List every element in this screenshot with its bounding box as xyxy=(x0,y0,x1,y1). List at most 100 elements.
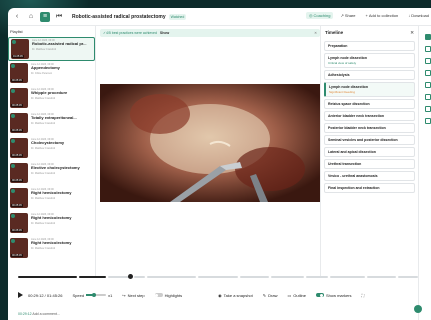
progress-segment[interactable] xyxy=(367,276,397,278)
highlights-toggle[interactable]: Highlights xyxy=(154,293,182,298)
fullscreen-icon[interactable]: ⛶ xyxy=(362,293,365,298)
notes-tool-icon[interactable] xyxy=(424,46,431,52)
speed-value: x1 xyxy=(108,292,113,298)
progress-segment[interactable] xyxy=(198,276,238,278)
timeline-close-icon[interactable]: ✕ xyxy=(410,30,414,36)
download-icon: ↓ xyxy=(408,13,411,18)
timeline-step-label: Lymph node dissection xyxy=(328,56,367,60)
timeline-step-label: Urethral transection xyxy=(328,162,362,166)
speed-label: Speed xyxy=(72,292,85,298)
time-display: 00:29:12 / 01:45:26 xyxy=(28,292,63,298)
progress-bar[interactable] xyxy=(18,274,418,279)
download-button[interactable]: ↓ Download xyxy=(405,12,431,19)
play-icon[interactable] xyxy=(18,292,23,298)
timeline-header: Timeline ✕ xyxy=(321,26,418,39)
playlist-item[interactable]: 00:25:45 June 12 2023, 09:00 Right hemic… xyxy=(8,187,95,211)
progress-segment[interactable] xyxy=(18,276,77,278)
banner-text: 4/5 best practices were achieved xyxy=(105,31,157,35)
status-dot xyxy=(11,164,15,168)
skip-back-icon[interactable]: ⏮ xyxy=(54,12,64,22)
progress-segment[interactable] xyxy=(270,276,305,278)
timeline-step[interactable]: Lateral and apical dissection xyxy=(324,147,415,157)
timeline-title: Timeline xyxy=(325,30,344,35)
comment-bar[interactable]: 00:29:12 Add a comment... xyxy=(18,312,60,316)
timeline-step-label: Retzius space dissection xyxy=(328,102,370,106)
users-tool-icon[interactable] xyxy=(424,94,431,100)
timeline-step[interactable]: Posterior bladder neck transection xyxy=(324,123,415,133)
timeline-step[interactable]: Anterior bladder neck transection xyxy=(324,111,415,121)
timeline-tool-icon[interactable] xyxy=(424,34,431,40)
draw-button[interactable]: ✎ Draw xyxy=(263,293,278,298)
progress-segment[interactable] xyxy=(329,276,366,278)
comment-input[interactable]: Add a comment... xyxy=(32,312,59,316)
timeline-step-note: Critical view of safety xyxy=(328,61,357,65)
show-markers-toggle[interactable]: Show markers xyxy=(315,292,352,298)
timeline-step[interactable]: Lymph node dissection Critical view of sa… xyxy=(324,53,415,68)
timeline-step[interactable]: Preparation xyxy=(324,41,415,51)
playlist-item[interactable]: 00:25:45 June 12 2023, 09:00 Right hemic… xyxy=(8,237,95,261)
timeline-step[interactable]: Retzius space dissection xyxy=(324,99,415,109)
list-tool-icon[interactable] xyxy=(424,118,431,124)
document-tool-icon[interactable] xyxy=(424,106,431,112)
progress-handle[interactable] xyxy=(128,274,133,279)
timeline-step[interactable]: Final inspection and extraction xyxy=(324,183,415,193)
playlist-author: Dr. Chloe Peterson xyxy=(31,71,53,75)
coaching-button[interactable]: ◎ Coaching xyxy=(306,12,334,19)
show-markers-label: Show markers xyxy=(325,292,352,298)
close-icon[interactable]: ✕ xyxy=(314,31,317,35)
playlist-item[interactable]: 00:25:45 June 12 2023, 09:00 Appendectom… xyxy=(8,62,95,86)
playlist-name: Right hemicolectomy xyxy=(31,215,72,220)
status-dot xyxy=(11,189,15,193)
playlist-item[interactable]: 00:25:45 June 12 2023, 09:00 Totally ext… xyxy=(8,112,95,136)
back-icon[interactable]: ‹ xyxy=(12,12,22,22)
timeline-step[interactable]: Urethral transection xyxy=(324,159,415,169)
video-thumbnail: 01:25:45 xyxy=(11,39,29,59)
timeline-step-label: Adhesiolysis xyxy=(328,73,350,77)
player-controls: 00:29:12 / 01:45:26 Speed x1 ↪ Next step … xyxy=(18,290,418,300)
comments-tool-icon[interactable] xyxy=(424,58,431,64)
playlist-item[interactable]: 00:25:45 June 12 2023, 09:00 Right hemic… xyxy=(8,212,95,236)
speed-slider-handle[interactable] xyxy=(92,292,97,297)
status-dot xyxy=(11,89,15,93)
status-dot xyxy=(11,114,15,118)
speed-slider[interactable] xyxy=(86,292,107,297)
next-step-button[interactable]: ↪ Next step xyxy=(122,293,144,298)
chat-bubble-icon[interactable] xyxy=(414,305,422,313)
markers-switch[interactable] xyxy=(315,293,324,297)
playlist-item[interactable]: 00:25:45 June 12 2023, 09:00 Elective ch… xyxy=(8,162,95,186)
progress-segment[interactable] xyxy=(239,276,269,278)
home-icon[interactable]: ⌂ xyxy=(26,12,36,22)
next-step-icon: ↪ xyxy=(122,292,126,298)
coaching-icon: ◎ xyxy=(309,13,313,18)
playlist-item[interactable]: 00:25:45 June 12 2023, 09:00 Whipple pro… xyxy=(8,87,95,111)
timeline-step-label: Preparation xyxy=(328,44,348,48)
timeline-step[interactable]: Lymph node dissection Significant bleedin… xyxy=(324,82,415,97)
playlist-toggle-icon[interactable]: ≡ xyxy=(40,11,50,22)
playlist-name: Right hemicolectomy xyxy=(31,190,72,195)
timeline-step[interactable]: Vesico - urethral anastomosis xyxy=(324,171,415,181)
progress-segment[interactable] xyxy=(398,276,418,278)
bookmark-tool-icon[interactable] xyxy=(424,82,431,88)
share-button[interactable]: ↗ Share xyxy=(337,12,358,19)
progress-segment[interactable] xyxy=(133,276,146,278)
video-frame[interactable] xyxy=(100,84,320,202)
best-practices-banner: ✓ 4/5 best practices were achieved Show … xyxy=(100,29,320,37)
pen-icon: ✎ xyxy=(262,292,267,298)
playlist-author: Dr. Matthew Crawford xyxy=(32,47,57,51)
playlist-item[interactable]: 00:25:45 June 12 2023, 09:00 Cholecystec… xyxy=(8,137,95,161)
add-to-collection-button[interactable]: + Add to collection xyxy=(363,12,402,19)
show-button[interactable]: Show xyxy=(160,31,169,35)
highlights-switch[interactable] xyxy=(154,293,163,297)
timeline-step-label: Lymph node dissection xyxy=(329,85,368,89)
chart-tool-icon[interactable] xyxy=(424,70,431,76)
playlist-item[interactable]: 01:25:45 June 12 2023, 09:00 Robotic-ass… xyxy=(8,37,95,61)
timeline-step[interactable]: Adhesiolysis xyxy=(324,70,415,80)
progress-segment[interactable] xyxy=(78,276,107,278)
timeline-step[interactable]: Seminal vesicles and posterior dissectio… xyxy=(324,135,415,145)
progress-segment[interactable] xyxy=(147,276,197,278)
draw-label: Draw xyxy=(268,292,278,298)
outline-button[interactable]: ▭ Outline xyxy=(287,293,305,298)
progress-segment[interactable] xyxy=(306,276,328,278)
snapshot-button[interactable]: ◉ Take a snapshot xyxy=(218,293,253,298)
add-label: Add to collection xyxy=(368,13,399,18)
